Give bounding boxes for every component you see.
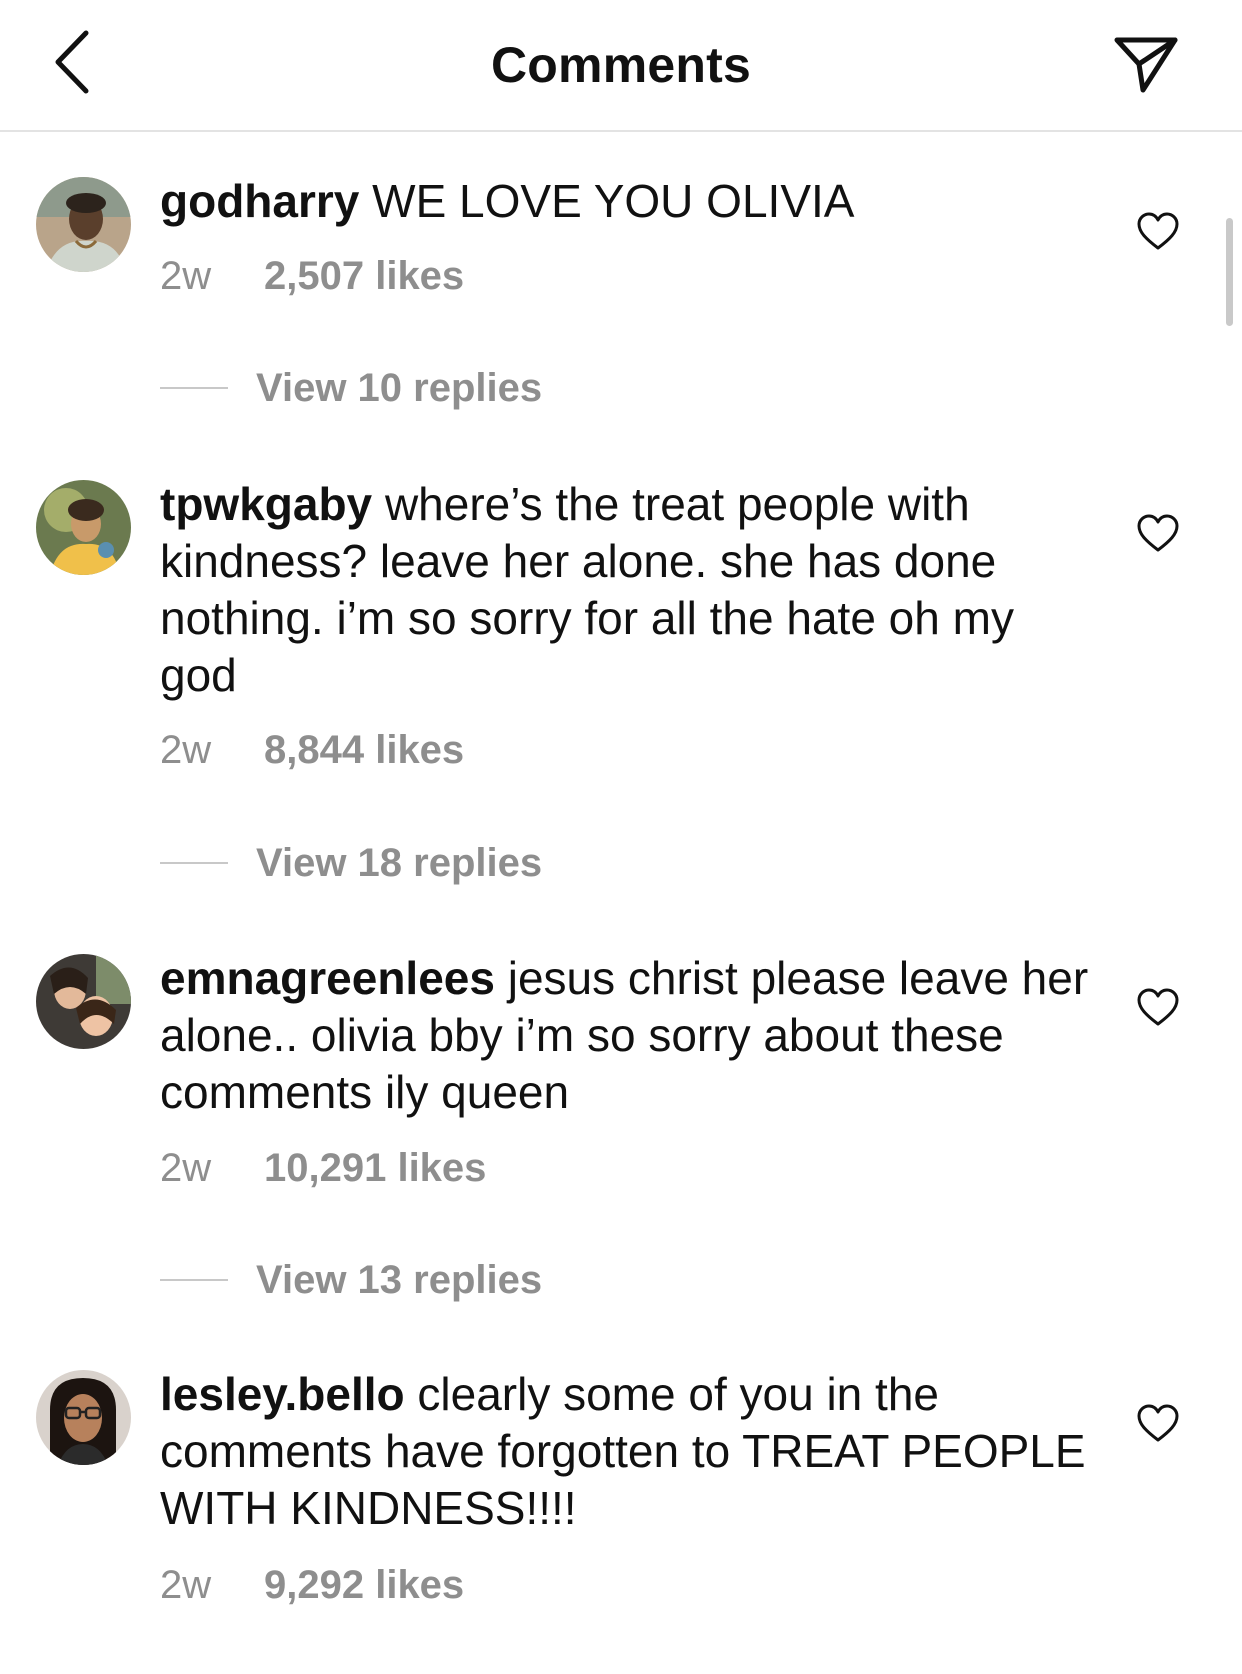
comment-likes[interactable]: 9,292 likes	[264, 1563, 464, 1607]
comment-username[interactable]: tpwkgaby	[160, 478, 372, 530]
like-button[interactable]	[1136, 514, 1180, 554]
avatar[interactable]	[36, 177, 131, 272]
replies-divider	[160, 387, 228, 389]
like-button[interactable]	[1136, 1404, 1180, 1444]
comment-username[interactable]: lesley.bello	[160, 1368, 405, 1420]
comment-time: 2w	[160, 1146, 212, 1190]
comment-username[interactable]: emnagreenlees	[160, 952, 495, 1004]
comment-text: lesley.bello clearly some of you in the …	[160, 1366, 1090, 1537]
avatar[interactable]	[36, 480, 131, 575]
header-bar: Comments	[0, 0, 1242, 132]
heart-icon	[1136, 212, 1180, 256]
avatar[interactable]	[36, 1370, 131, 1465]
comment-username[interactable]: godharry	[160, 175, 359, 227]
replies-divider	[160, 862, 228, 864]
page-title: Comments	[491, 37, 751, 93]
comment-meta: 2w 8,844 likes	[160, 728, 464, 773]
comment-time: 2w	[160, 1563, 212, 1607]
heart-icon	[1136, 514, 1180, 558]
comment-meta: 2w 2,507 likes	[160, 254, 464, 299]
replies-divider	[160, 1279, 228, 1281]
comment-likes[interactable]: 2,507 likes	[264, 254, 464, 298]
like-button[interactable]	[1136, 212, 1180, 252]
view-replies-label: View 18 replies	[256, 840, 543, 885]
view-replies-label: View 13 replies	[256, 1257, 543, 1302]
scrollbar[interactable]	[1226, 218, 1233, 326]
comment-time: 2w	[160, 254, 212, 298]
comment-time: 2w	[160, 728, 212, 772]
heart-icon	[1136, 988, 1180, 1032]
heart-icon	[1136, 1404, 1180, 1448]
comment-text: godharry WE LOVE YOU OLIVIA	[160, 173, 1090, 230]
comment-text: tpwkgaby where’s the treat people with k…	[160, 476, 1090, 704]
comment-text: emnagreenlees jesus christ please leave …	[160, 950, 1090, 1121]
view-replies-button[interactable]: View 18 replies	[160, 838, 542, 888]
view-replies-button[interactable]: View 10 replies	[160, 363, 542, 413]
share-button[interactable]	[1108, 30, 1184, 102]
paper-plane-icon	[1113, 34, 1179, 99]
avatar[interactable]	[36, 954, 131, 1049]
comment-meta: 2w 10,291 likes	[160, 1146, 486, 1191]
like-button[interactable]	[1136, 988, 1180, 1028]
view-replies-button[interactable]: View 13 replies	[160, 1255, 542, 1305]
comment-likes[interactable]: 10,291 likes	[264, 1146, 486, 1190]
view-replies-label: View 10 replies	[256, 365, 543, 410]
comment-likes[interactable]: 8,844 likes	[264, 728, 464, 772]
comment-body: WE LOVE YOU OLIVIA	[372, 175, 855, 227]
comment-meta: 2w 9,292 likes	[160, 1563, 464, 1608]
